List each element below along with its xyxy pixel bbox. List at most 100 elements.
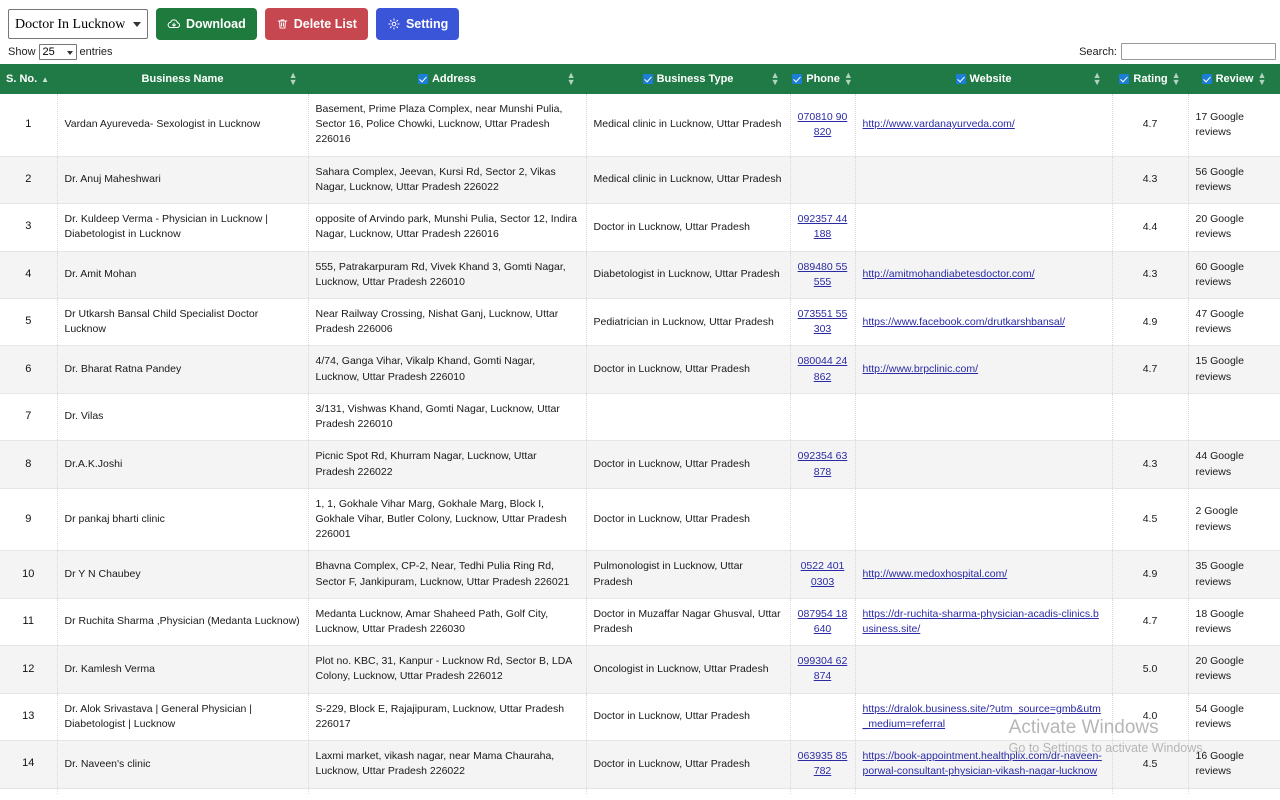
column-header-sno-label: S. No.	[6, 73, 38, 85]
cell-phone-link[interactable]: 070810 90820	[798, 111, 848, 138]
entries-label: entries	[79, 46, 113, 58]
cell-business-type: Doctor in Lucknow, Uttar Pradesh	[586, 740, 791, 789]
column-header-rating[interactable]: Rating ▲ ▼	[1112, 64, 1189, 94]
sort-both-icon: ▲ ▼	[1257, 70, 1267, 87]
cell-website-link[interactable]: http://www.brpclinic.com/	[863, 363, 979, 375]
table-row[interactable]: 7 Dr. Vilas 3/131, Vishwas Khand, Gomti Na…	[0, 393, 1280, 442]
table-row[interactable]: 15Dr Tuhina ShuklaMohan Road, Subhash Ma…	[0, 788, 1280, 794]
phone-column-checkbox[interactable]	[792, 74, 803, 84]
address-column-checkbox[interactable]	[417, 74, 428, 84]
cell-review: 44 Google reviews	[1188, 440, 1280, 489]
table-row[interactable]: 3 Dr. Kuldeep Verma - Physician in Luckno…	[0, 203, 1280, 252]
cell-website	[855, 393, 1113, 442]
website-column-checkbox[interactable]	[955, 74, 966, 84]
cell-rating: 4.3	[1112, 251, 1189, 299]
cell-website-link[interactable]: http://amitmohandiabetesdoctor.com/	[863, 268, 1035, 280]
cell-business-name: Dr. Alok Srivastava | General Physician …	[57, 693, 309, 742]
cell-phone-link[interactable]: 092354 63878	[798, 450, 848, 477]
table-row[interactable]: 5 Dr Utkarsh Bansal Child Specialist Doct…	[0, 298, 1280, 347]
cell-website-link[interactable]: https://dr-ruchita-sharma-physician-acad…	[863, 608, 1099, 635]
table-row[interactable]: 8 Dr.A.K.Joshi Picnic Spot Rd, Khurram Nag…	[0, 440, 1280, 489]
cell-review: 35 Google reviews	[1188, 550, 1280, 599]
column-header-sno[interactable]: S. No. ▲	[0, 64, 58, 94]
table-row[interactable]: 10 Dr Y N Chaubey Bhavna Complex, CP-2, Ne…	[0, 550, 1280, 599]
setting-button[interactable]: Setting	[375, 8, 460, 40]
cell-review: 2 Google reviews	[1188, 488, 1280, 552]
page-length-select[interactable]: 25	[38, 44, 77, 60]
cell-review: 16 Google reviews	[1188, 740, 1280, 789]
column-header-business-name[interactable]: Business Name ▲ ▼	[57, 64, 309, 94]
cell-phone	[790, 393, 856, 442]
download-button[interactable]: Download	[156, 8, 257, 40]
cell-address: 1, 1, Gokhale Vihar Marg, Gokhale Marg, …	[308, 488, 587, 552]
column-header-address[interactable]: Address ▲ ▼	[308, 64, 587, 94]
cell-phone-link[interactable]: 092357 44188	[798, 213, 848, 240]
delete-list-button[interactable]: Delete List	[264, 8, 368, 40]
table-scroll-container[interactable]: S. No. ▲ Business Name ▲ ▼ Address ▲ ▼ B…	[0, 64, 1280, 794]
cell-serial-number: 11	[0, 598, 58, 647]
cell-phone-link[interactable]: 080044 24862	[798, 355, 848, 382]
cell-address: 555, Patrakarpuram Rd, Vivek Khand 3, Go…	[308, 251, 587, 299]
cell-phone-link[interactable]: 0522 401 0303	[801, 560, 845, 587]
cell-business-type: Oncologist in Lucknow, Uttar Pradesh	[586, 645, 791, 694]
table-row[interactable]: 4 Dr. Amit Mohan 555, Patrakarpuram Rd, Vi…	[0, 251, 1280, 299]
sort-both-icon: ▲ ▼	[566, 70, 576, 87]
cell-phone-link[interactable]: 063935 85782	[798, 750, 848, 777]
cell-address: S-229, Block E, Rajajipuram, Lucknow, Ut…	[308, 693, 587, 742]
cell-review: 60 Google reviews	[1188, 251, 1280, 299]
toolbar: Doctor In Lucknow Download Delete List S…	[0, 0, 1280, 42]
column-header-business-type[interactable]: Business Type ▲ ▼	[586, 64, 791, 94]
cell-website-link[interactable]: http://www.medoxhospital.com/	[863, 568, 1008, 580]
cell-address: opposite of Arvindo park, Munshi Pulia, …	[308, 203, 587, 252]
cell-website: https://www.facebook.com/drutkarshbansal…	[855, 298, 1113, 347]
cell-address: 3/131, Vishwas Khand, Gomti Nagar, Luckn…	[308, 393, 587, 442]
table-controls: Show 25 entries Search:	[0, 42, 1280, 64]
cell-business-name: Dr Y N Chaubey	[57, 550, 309, 599]
cell-address: Laxmi market, vikash nagar, near Mama Ch…	[308, 740, 587, 789]
cell-review: 54 Google reviews	[1188, 693, 1280, 742]
cell-website-link[interactable]: https://book-appointment.healthplix.com/…	[863, 750, 1102, 777]
cell-business-name: Dr. Vilas	[57, 393, 309, 442]
list-select[interactable]: Doctor In Lucknow	[8, 9, 148, 39]
cell-phone: 089480 55555	[790, 251, 856, 299]
table-row[interactable]: 6 Dr. Bharat Ratna Pandey 4/74, Ganga Viha…	[0, 345, 1280, 394]
cell-phone-link[interactable]: 099304 62874	[798, 655, 848, 682]
column-header-address-label: Address	[431, 73, 477, 85]
review-column-checkbox[interactable]	[1201, 74, 1212, 84]
cell-website-link[interactable]: https://www.facebook.com/drutkarshbansal…	[863, 316, 1066, 328]
table-header-row: S. No. ▲ Business Name ▲ ▼ Address ▲ ▼ B…	[0, 64, 1280, 94]
cell-business-name: Dr. Bharat Ratna Pandey	[57, 345, 309, 394]
table-row[interactable]: 11 Dr Ruchita Sharma ,Physician (Medanta …	[0, 598, 1280, 647]
table-row[interactable]: 9 Dr pankaj bharti clinic 1, 1, Gokhale Vi…	[0, 488, 1280, 552]
cell-website-link[interactable]: https://dralok.business.site/?utm_source…	[863, 703, 1101, 730]
cell-review: 17 Google reviews	[1188, 94, 1280, 157]
rating-column-checkbox[interactable]	[1119, 74, 1130, 84]
cell-review: 20 Google reviews	[1188, 203, 1280, 252]
column-header-website[interactable]: Website ▲ ▼	[855, 64, 1113, 94]
cell-website	[855, 788, 1113, 794]
table-row[interactable]: 2 Dr. Anuj Maheshwari Sahara Complex, Jeev…	[0, 156, 1280, 205]
search-input[interactable]	[1121, 43, 1276, 60]
cell-phone: 087954 18640	[790, 598, 856, 647]
cell-phone-link[interactable]: 089480 55555	[798, 261, 848, 288]
cell-phone-link[interactable]: 073551 55303	[798, 308, 848, 335]
cell-phone-link[interactable]: 087954 18640	[798, 608, 848, 635]
column-header-phone[interactable]: Phone ▲ ▼	[790, 64, 856, 94]
cell-website-link[interactable]: http://www.vardanayurveda.com/	[863, 118, 1015, 130]
column-header-review[interactable]: Review ▲ ▼	[1188, 64, 1280, 94]
table-row[interactable]: 13 Dr. Alok Srivastava | General Physicia…	[0, 693, 1280, 742]
cell-review	[1188, 393, 1280, 442]
cell-rating: 4.3	[1112, 156, 1189, 205]
cell-serial-number: 1	[0, 94, 58, 157]
table-row[interactable]: 12 Dr. Kamlesh Verma Plot no. KBC, 31, Kan…	[0, 645, 1280, 694]
sort-both-icon: ▲ ▼	[1171, 70, 1181, 87]
cell-website: http://www.vardanayurveda.com/	[855, 94, 1113, 157]
cell-website	[855, 488, 1113, 552]
cell-website: https://book-appointment.healthplix.com/…	[855, 740, 1113, 789]
table-row[interactable]: 14 Dr. Naveen's clinic Laxmi market, vikas…	[0, 740, 1280, 789]
cell-serial-number: 13	[0, 693, 58, 742]
cell-phone: 099304 62874	[790, 645, 856, 694]
business-type-column-checkbox[interactable]	[642, 74, 653, 84]
cell-phone: 0522 401 0303	[790, 550, 856, 599]
table-row[interactable]: 1 Vardan Ayureveda- Sexologist in Lucknow…	[0, 94, 1280, 157]
